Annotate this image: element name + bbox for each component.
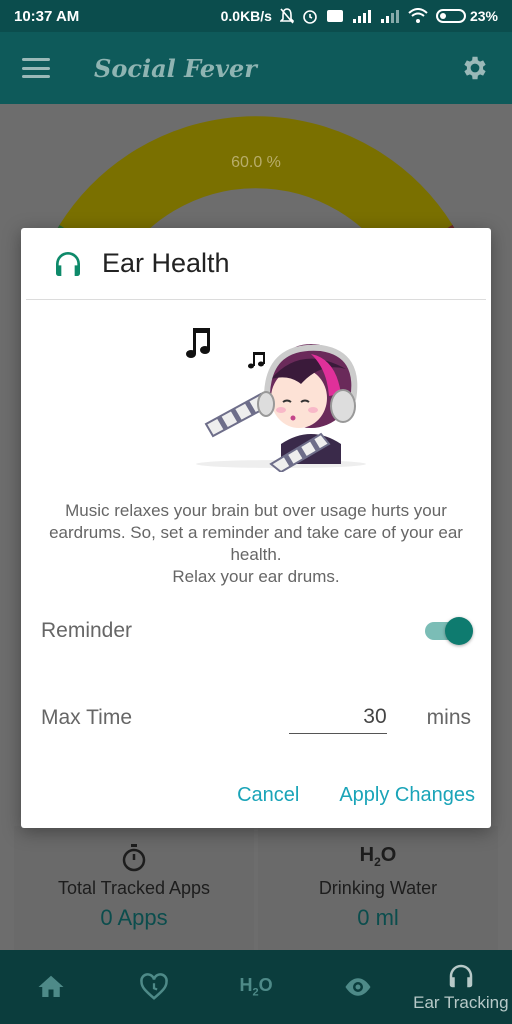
dialog-title: Ear Health (102, 248, 230, 278)
app-title: Social Fever (94, 53, 257, 83)
battery-percent: 23% (469, 8, 498, 24)
nav-home[interactable] (0, 950, 102, 1024)
max-time-row: Max Time mins (41, 700, 471, 736)
nav-ear-tracking-label: Ear Tracking (413, 993, 509, 1012)
dialog-description: Music relaxes your brain but over usage … (21, 500, 491, 588)
description-line: eardrums. So, set a reminder and take ca… (49, 523, 463, 542)
status-icons: 0.0KB/s 23% (221, 8, 498, 24)
max-time-unit: mins (426, 706, 471, 729)
music-note-icon (186, 328, 265, 369)
apply-changes-button[interactable]: Apply Changes (339, 784, 475, 807)
gear-icon[interactable] (460, 53, 490, 83)
h2o-icon: H2O (239, 975, 273, 999)
nav-ear-tracking[interactable]: Ear Tracking (410, 950, 512, 1024)
status-time: 10:37 AM (14, 7, 80, 25)
headphones-icon (449, 964, 473, 988)
battery-icon: 23% (435, 8, 498, 24)
mute-bell-icon (279, 8, 294, 24)
description-line: Relax your ear drums. (172, 567, 340, 586)
description-line: Music relaxes your brain but over usage … (65, 501, 447, 520)
drinking-water-card[interactable]: H2O Drinking Water 0 ml (258, 826, 498, 950)
status-bar: 10:37 AM 0.0KB/s 23% (0, 0, 512, 32)
h2o-icon: H2O (359, 844, 397, 869)
alarm-icon (302, 8, 318, 24)
hamburger-menu-icon[interactable] (22, 58, 50, 78)
home-icon (38, 975, 64, 997)
tracked-apps-label: Total Tracked Apps (57, 878, 211, 898)
drinking-water-value: 0 ml (357, 905, 399, 930)
eye-icon (345, 978, 371, 996)
headphones-icon (56, 251, 80, 276)
nav-heart-clock[interactable] (102, 950, 204, 1024)
gauge-label: 60.0 % (231, 154, 281, 171)
wifi-icon (408, 8, 428, 24)
reminder-label: Reminder (41, 619, 133, 642)
bottom-navigation: H2O Ear Tracking (0, 950, 512, 1024)
volte-icon (326, 9, 344, 23)
stopwatch-icon (122, 844, 146, 872)
ear-health-dialog: Ear Health Music relaxes your brain but … (21, 228, 491, 828)
tracked-apps-card[interactable]: Total Tracked Apps 0 Apps (14, 826, 254, 950)
cancel-button[interactable]: Cancel (237, 784, 299, 807)
drinking-water-label: Drinking Water (318, 878, 438, 898)
nav-eye[interactable] (307, 950, 409, 1024)
nav-water[interactable]: H2O (205, 950, 307, 1024)
max-time-input[interactable] (288, 702, 387, 734)
signal-icon (352, 9, 372, 23)
signal-2-icon (380, 9, 400, 23)
dialog-actions: Cancel Apply Changes (237, 784, 475, 807)
description-line: health. (230, 545, 282, 564)
heart-clock-icon (139, 973, 168, 1000)
max-time-label: Max Time (41, 706, 133, 729)
network-speed: 0.0KB/s (220, 8, 272, 24)
dialog-header: Ear Health (26, 228, 486, 300)
reminder-toggle[interactable] (425, 617, 473, 645)
reminder-row: Reminder (41, 615, 473, 647)
girl-with-headphones-illustration (186, 328, 366, 472)
app-bar: Social Fever (0, 32, 512, 104)
tracked-apps-value: 0 Apps (100, 905, 168, 930)
